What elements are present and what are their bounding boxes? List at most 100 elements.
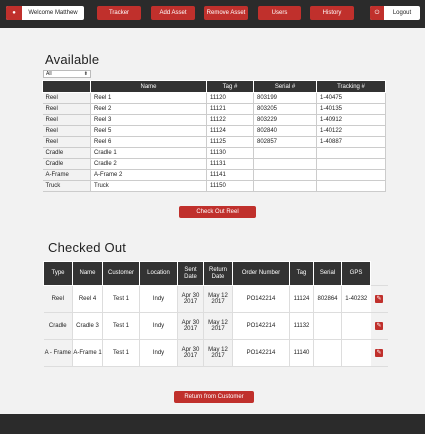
checked-out-row[interactable]: Reel Reel 4 Test 1 Indy Apr 30 2017 May 12 20… xyxy=(43,285,388,313)
available-cell-serial xyxy=(253,158,317,170)
available-cell-serial: 803205 xyxy=(253,103,317,115)
checked-header-spacer xyxy=(370,261,388,286)
available-cell-tracking: 1-40135 xyxy=(316,103,386,115)
checked-cell-edit: ✎ xyxy=(370,339,388,367)
top-navigation-bar: ● Welcome Matthew Tracker Add Asset Remo… xyxy=(0,0,425,28)
welcome-text: Welcome Matthew xyxy=(28,10,78,16)
type-filter-select[interactable]: All ⬍ xyxy=(43,70,91,78)
checked-cell-customer: Test 1 xyxy=(102,285,140,313)
available-row[interactable]: A-Frame A-Frame 2 11141 xyxy=(42,169,386,181)
available-cell-tracking: 1-40912 xyxy=(316,114,386,126)
available-cell-name: Reel 6 xyxy=(90,136,207,148)
available-header-serial: Serial # xyxy=(253,80,317,93)
available-cell-tracking: 1-40887 xyxy=(316,136,386,148)
available-cell-serial xyxy=(253,180,317,192)
available-table: Name Tag # Serial # Tracking # Reel Reel … xyxy=(42,80,386,192)
checked-cell-tag: 11132 xyxy=(289,312,314,340)
checked-cell-return-date: May 12 2017 xyxy=(203,285,233,313)
available-cell-serial xyxy=(253,147,317,159)
welcome-badge[interactable]: ● Welcome Matthew xyxy=(6,6,84,20)
checked-cell-location: Indy xyxy=(139,285,178,313)
available-cell-tag: 11121 xyxy=(206,103,254,115)
checked-cell-tag: 11140 xyxy=(289,339,314,367)
available-cell-tracking xyxy=(316,169,386,181)
available-cell-tag: 11150 xyxy=(206,180,254,192)
available-cell-type: Truck xyxy=(42,180,91,192)
available-cell-serial: 802857 xyxy=(253,136,317,148)
checked-header-tag: Tag xyxy=(289,261,314,286)
checked-cell-name: A-Frame 1 xyxy=(72,339,103,367)
checked-cell-location: Indy xyxy=(139,312,178,340)
available-cell-type: Reel xyxy=(42,92,91,104)
available-row[interactable]: Reel Reel 3 11122 803229 1-40912 xyxy=(42,114,386,126)
available-cell-type: Reel xyxy=(42,125,91,137)
users-button[interactable]: Users xyxy=(258,6,301,20)
return-from-customer-button[interactable]: Return from Customer xyxy=(174,391,254,403)
available-cell-name: A-Frame 2 xyxy=(90,169,207,181)
remove-asset-button[interactable]: Remove Asset xyxy=(204,6,248,20)
available-row[interactable]: Reel Reel 6 11125 802857 1-40887 xyxy=(42,136,386,148)
checked-cell-edit: ✎ xyxy=(370,285,388,313)
checked-cell-tag: 11124 xyxy=(289,285,314,313)
add-asset-button[interactable]: Add Asset xyxy=(151,6,195,20)
checked-cell-gps: 1-40232 xyxy=(341,285,371,313)
user-icon: ● xyxy=(6,6,22,20)
available-cell-tag: 11122 xyxy=(206,114,254,126)
checked-cell-serial xyxy=(313,312,342,340)
checked-cell-type: Cradle xyxy=(43,312,73,340)
available-cell-tracking xyxy=(316,180,386,192)
checked-cell-sent-date: Apr 30 2017 xyxy=(177,285,204,313)
history-button[interactable]: History xyxy=(310,6,354,20)
checked-cell-order-number: PO142214 xyxy=(232,285,290,313)
checked-cell-return-date: May 12 2017 xyxy=(203,339,233,367)
available-header-tracking: Tracking # xyxy=(316,80,386,93)
checked-cell-name: Cradle 3 xyxy=(72,312,103,340)
checked-cell-name: Reel 4 xyxy=(72,285,103,313)
checked-cell-serial: 802864 xyxy=(313,285,342,313)
checked-cell-order-number: PO142214 xyxy=(232,312,290,340)
available-cell-type: Reel xyxy=(42,114,91,126)
available-cell-serial: 803229 xyxy=(253,114,317,126)
available-cell-type: A-Frame xyxy=(42,169,91,181)
available-title: Available xyxy=(45,52,100,67)
available-cell-type: Cradle xyxy=(42,158,91,170)
checked-header-location: Location xyxy=(139,261,178,286)
checked-cell-serial xyxy=(313,339,342,367)
available-cell-name: Cradle 1 xyxy=(90,147,207,159)
available-row[interactable]: Reel Reel 5 11124 802840 1-40122 xyxy=(42,125,386,137)
available-cell-name: Truck xyxy=(90,180,207,192)
checked-cell-type: Reel xyxy=(43,285,73,313)
checked-out-row[interactable]: Cradle Cradle 3 Test 1 Indy Apr 30 2017 May 1… xyxy=(43,312,388,340)
checked-out-header-row: Type Name Customer Location Sent Date Re… xyxy=(43,261,388,286)
available-row[interactable]: Cradle Cradle 1 11130 xyxy=(42,147,386,159)
edit-icon[interactable]: ✎ xyxy=(375,349,383,357)
available-row[interactable]: Truck Truck 11150 xyxy=(42,180,386,192)
edit-icon[interactable]: ✎ xyxy=(375,322,383,330)
available-header-row: Name Tag # Serial # Tracking # xyxy=(42,80,386,93)
checked-cell-sent-date: Apr 30 2017 xyxy=(177,339,204,367)
available-cell-type: Cradle xyxy=(42,147,91,159)
type-filter-value: All xyxy=(46,71,52,77)
available-cell-type: Reel xyxy=(42,136,91,148)
edit-icon[interactable]: ✎ xyxy=(375,295,383,303)
available-header-name: Name xyxy=(90,80,207,93)
checked-out-table: Type Name Customer Location Sent Date Re… xyxy=(43,261,388,367)
available-cell-tag: 11124 xyxy=(206,125,254,137)
chevron-down-icon: ⬍ xyxy=(83,71,88,77)
tracker-button[interactable]: Tracker xyxy=(97,6,141,20)
checked-header-name: Name xyxy=(72,261,103,286)
available-row[interactable]: Reel Reel 2 11121 803205 1-40135 xyxy=(42,103,386,115)
available-row[interactable]: Reel Reel 1 11120 803199 1-40475 xyxy=(42,92,386,104)
logout-label: Logout xyxy=(392,10,412,16)
checked-cell-customer: Test 1 xyxy=(102,339,140,367)
check-out-reel-button[interactable]: Check Out Reel xyxy=(179,206,256,218)
checked-header-type: Type xyxy=(43,261,73,286)
checked-cell-return-date: May 12 2017 xyxy=(203,312,233,340)
available-cell-tag: 11131 xyxy=(206,158,254,170)
checked-out-row[interactable]: A - Frame A-Frame 1 Test 1 Indy Apr 30 2017 M… xyxy=(43,339,388,367)
checked-cell-type: A - Frame xyxy=(43,339,73,367)
logout-button[interactable]: ⏻ Logout xyxy=(370,6,420,20)
available-cell-name: Cradle 2 xyxy=(90,158,207,170)
available-cell-name: Reel 1 xyxy=(90,92,207,104)
available-row[interactable]: Cradle Cradle 2 11131 xyxy=(42,158,386,170)
